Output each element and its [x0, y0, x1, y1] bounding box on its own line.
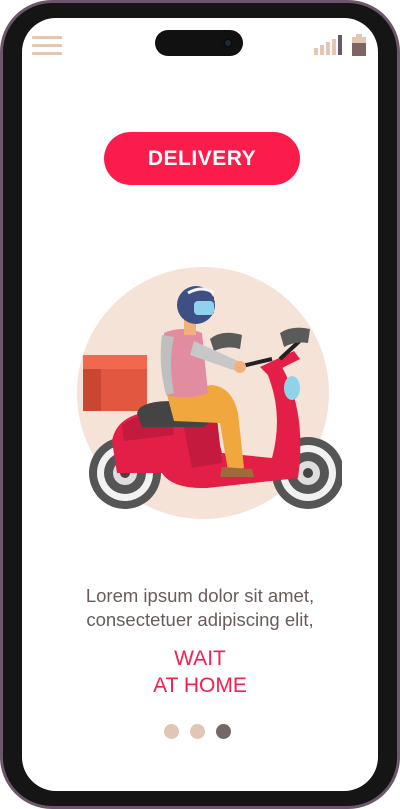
pagination-dot[interactable] [164, 724, 179, 739]
signal-strength-icon [314, 35, 342, 55]
pagination-dot[interactable] [216, 724, 231, 739]
dynamic-island [155, 30, 243, 56]
hamburger-menu-icon[interactable] [32, 36, 62, 58]
tagline: WAIT AT HOME [22, 645, 378, 699]
delivery-button[interactable]: DELIVERY [104, 132, 300, 185]
pagination-dots [164, 724, 236, 740]
volume-down-button [0, 186, 3, 246]
intro-text-line-2: consectetuer adipiscing elit, [86, 609, 314, 630]
screen: DELIVERY Lorem ipsum dolor sit amet, con… [22, 18, 378, 791]
battery-icon [352, 34, 366, 56]
camera-icon [223, 38, 233, 48]
mute-switch [0, 262, 3, 322]
pagination-dot[interactable] [190, 724, 205, 739]
delivery-box [83, 355, 147, 411]
scooter-delivery-illustration [77, 267, 342, 519]
intro-text: Lorem ipsum dolor sit amet, consectetuer… [22, 584, 378, 632]
intro-text-line-1: Lorem ipsum dolor sit amet, [85, 585, 315, 606]
volume-up-button [0, 128, 3, 158]
tagline-line-1: WAIT [174, 647, 226, 670]
tagline-line-2: AT HOME [153, 674, 247, 697]
